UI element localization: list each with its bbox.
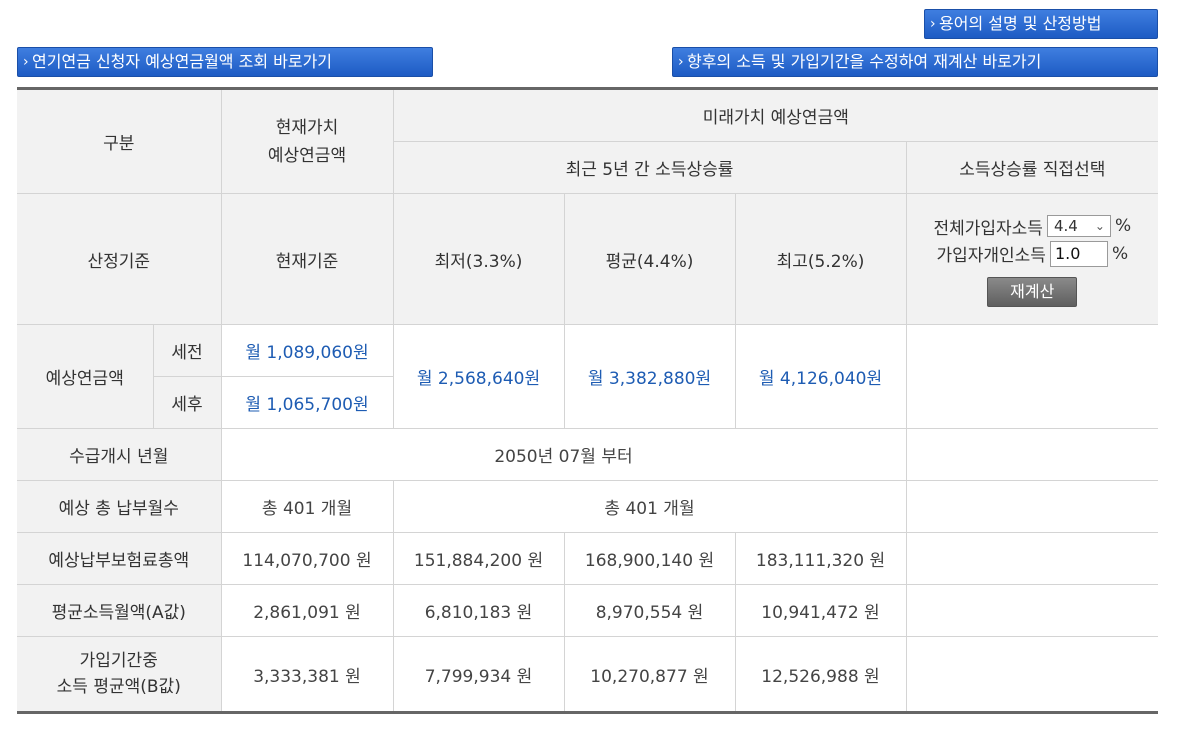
percent-sign: %: [1114, 216, 1132, 236]
recalculate-link-button[interactable]: › 향후의 소득 및 가입기간을 수정하여 재계산 바로가기: [672, 47, 1158, 77]
pre-tax-label: 세전: [152, 324, 222, 377]
b-value-high: 12,526,988 원: [734, 636, 907, 713]
premium-low: 151,884,200 원: [392, 532, 565, 585]
b-value-label: 가입기간중 소득 평균액(B값): [17, 636, 222, 713]
empty-cell: [905, 636, 1159, 713]
empty-cell: [905, 532, 1159, 585]
terms-explanation-label: 용어의 설명 및 산정방법: [939, 14, 1102, 33]
payment-months-label: 예상 총 납부월수: [17, 480, 222, 533]
a-value-label: 평균소득월액(A값): [17, 584, 222, 637]
header-present-value: 현재가치 예상연금액: [220, 88, 394, 194]
start-date-label: 수급개시 년월: [17, 428, 222, 481]
terms-explanation-button[interactable]: › 용어의 설명 및 산정방법: [924, 9, 1158, 39]
all-income-select[interactable]: 4.4 ⌄: [1046, 215, 1111, 237]
pension-avg-value: 월 3,382,880원: [563, 324, 736, 429]
b-value-current: 3,333,381 원: [220, 636, 394, 713]
b-value-label-line1: 가입기간중: [79, 651, 158, 671]
chevron-down-icon: ⌄: [1094, 219, 1105, 233]
basis-avg: 평균(4.4%): [563, 193, 736, 325]
all-income-label: 전체가입자소득: [933, 218, 1043, 239]
growth-controls-cell: 전체가입자소득 4.4 ⌄ % 가입자개인소득 1.0 % 재계산: [905, 193, 1159, 325]
premium-high: 183,111,320 원: [734, 532, 907, 585]
a-value-low: 6,810,183 원: [392, 584, 565, 637]
a-value-high: 10,941,472 원: [734, 584, 907, 637]
header-direct-select: 소득상승률 직접선택: [905, 141, 1159, 194]
pension-estimate-table: 구분 현재가치 예상연금액 미래가치 예상연금액 최근 5년 간 소득상승률 소…: [17, 87, 1159, 714]
basis-low: 최저(3.3%): [392, 193, 565, 325]
premium-current: 114,070,700 원: [220, 532, 394, 585]
basis-current: 현재기준: [220, 193, 394, 325]
chevron-right-icon: ›: [23, 54, 29, 70]
empty-cell: [905, 324, 1159, 429]
start-date-value: 2050년 07월 부터: [220, 428, 907, 481]
header-recent-growth: 최근 5년 간 소득상승률: [393, 141, 907, 194]
all-income-selected-value: 4.4: [1053, 217, 1078, 235]
percent-sign: %: [1111, 243, 1129, 264]
chevron-right-icon: ›: [930, 16, 936, 32]
empty-cell: [905, 428, 1159, 481]
post-tax-label: 세후: [153, 376, 222, 429]
b-value-label-line2: 소득 평균액(B값): [56, 677, 181, 697]
payment-months-current: 총 401 개월: [220, 480, 394, 533]
chevron-right-icon: ›: [678, 54, 684, 70]
pension-low-value: 월 2,568,640원: [392, 324, 565, 429]
pre-tax-current-value: 월 1,089,060원: [220, 324, 394, 377]
header-category: 구분: [17, 88, 222, 194]
post-tax-current-value: 월 1,065,700원: [220, 376, 393, 429]
empty-cell: [905, 584, 1159, 637]
recalculate-button[interactable]: 재계산: [987, 276, 1078, 307]
empty-cell: [905, 480, 1159, 533]
deferred-pension-lookup-button[interactable]: › 연기연금 신청자 예상연금월액 조회 바로가기: [17, 47, 433, 77]
premium-total-label: 예상납부보험료총액: [17, 532, 222, 585]
b-value-avg: 10,270,877 원: [563, 636, 736, 713]
recalculate-link-label: 향후의 소득 및 가입기간을 수정하여 재계산 바로가기: [687, 52, 1042, 71]
pension-label: 예상연금액: [17, 324, 154, 429]
deferred-pension-lookup-label: 연기연금 신청자 예상연금월액 조회 바로가기: [32, 52, 333, 71]
header-future-value: 미래가치 예상연금액: [392, 88, 1159, 142]
a-value-avg: 8,970,554 원: [563, 584, 736, 637]
pension-high-value: 월 4,126,040원: [734, 324, 907, 429]
payment-months-future: 총 401 개월: [392, 480, 907, 533]
personal-income-label: 가입자개인소득: [936, 246, 1046, 266]
b-value-low: 7,799,934 원: [392, 636, 565, 713]
basis-high: 최고(5.2%): [734, 193, 907, 325]
personal-income-input[interactable]: 1.0: [1049, 240, 1108, 267]
basis-label: 산정기준: [17, 193, 222, 325]
premium-avg: 168,900,140 원: [563, 532, 736, 585]
a-value-current: 2,861,091 원: [220, 584, 394, 637]
